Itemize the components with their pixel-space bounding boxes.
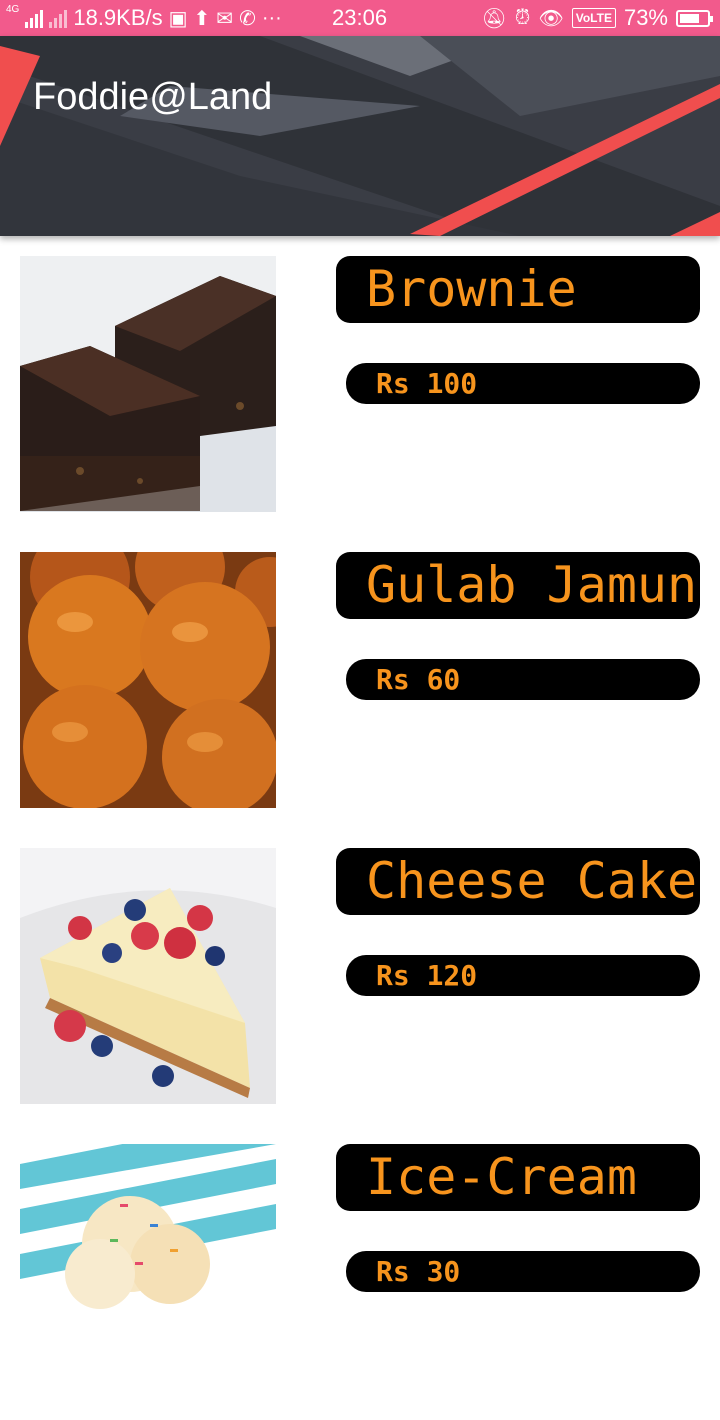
status-bar-left: 4G 18.9KB/s ▣ ⬆ ✉ ✆ ··· (6, 5, 282, 31)
status-bar: 4G 18.9KB/s ▣ ⬆ ✉ ✆ ··· 23:06 🔕︎ ⏰︎ 👁︎ V… (0, 0, 720, 36)
item-name: Cheese Cake (336, 848, 700, 915)
item-price: Rs 120 (346, 955, 700, 996)
header-background (0, 36, 720, 236)
battery-percent: 73% (623, 5, 668, 30)
network-label: 4G (6, 4, 20, 15)
signal-icon (25, 8, 44, 28)
list-item[interactable]: Cheese Cake Rs 120 (0, 828, 720, 1124)
battery-icon (676, 9, 713, 27)
gulab-jamun-image (20, 552, 276, 808)
app-header: Foddie@Land (0, 36, 720, 236)
item-name: Gulab Jamun (336, 552, 700, 619)
list-item[interactable]: Gulab Jamun Rs 60 (0, 532, 720, 828)
phone-icon: ✆ (239, 7, 256, 30)
battery-fill (680, 13, 699, 23)
more-icon: ··· (261, 6, 282, 29)
list-item[interactable]: Ice-Cream Rs 30 (0, 1124, 720, 1420)
list-item[interactable]: Brownie Rs 100 (0, 236, 720, 532)
upload-icon: ⬆ (193, 7, 211, 30)
eye-icon: 👁︎ (538, 7, 564, 30)
signal-icon-sim2 (49, 8, 68, 28)
network-speed: 18.9KB/s (73, 5, 163, 30)
gmail-icon: ✉ (216, 7, 234, 30)
app-title: Foddie@Land (33, 76, 273, 118)
item-price: Rs 30 (346, 1251, 700, 1292)
alarm-icon: ⏰︎ (514, 6, 531, 29)
volte-badge: VoLTE (571, 8, 616, 28)
cheese-cake-image (20, 848, 276, 1104)
item-price: Rs 60 (346, 659, 700, 700)
clock: 23:06 (332, 5, 388, 30)
calendar-icon: ▣ (168, 7, 188, 30)
brownie-image (20, 256, 276, 512)
mute-bell-icon: 🔕︎ (481, 7, 507, 30)
item-name: Brownie (336, 256, 700, 323)
item-name: Ice-Cream (336, 1144, 700, 1211)
status-bar-right: 🔕︎ ⏰︎ 👁︎ VoLTE 73% (481, 5, 713, 31)
ice-cream-image (20, 1144, 276, 1400)
item-price: Rs 100 (346, 363, 700, 404)
food-list[interactable]: Brownie Rs 100 Gulab Jamun Rs 60 Cheese … (0, 236, 720, 1420)
